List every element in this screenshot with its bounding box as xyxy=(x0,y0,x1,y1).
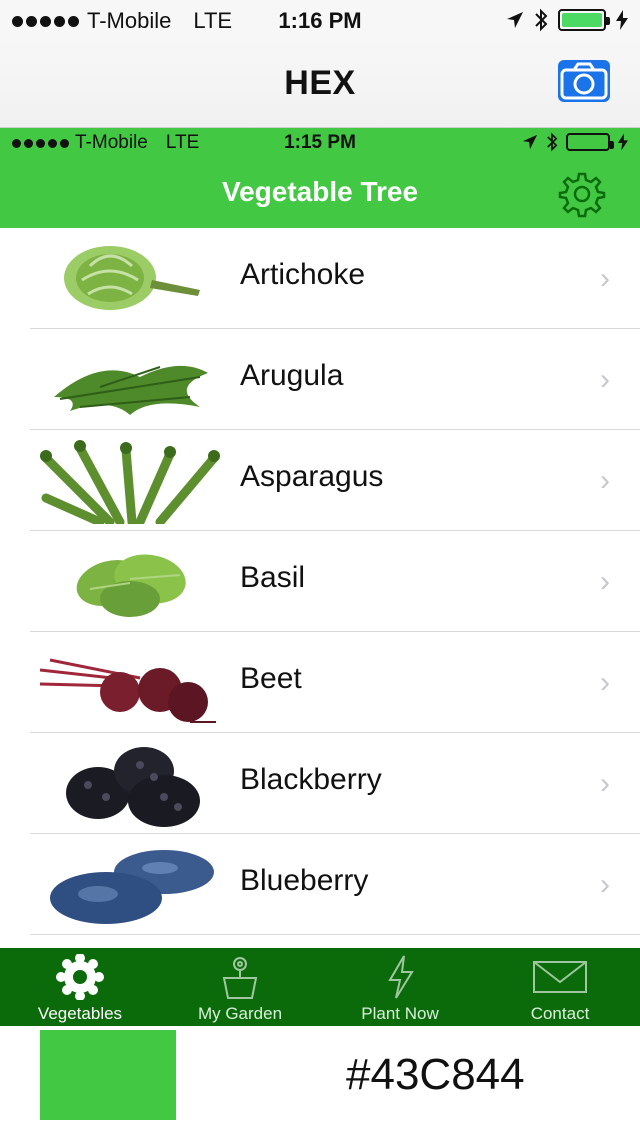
list-item-label: Beet xyxy=(240,662,302,695)
artichoke-image xyxy=(64,246,200,310)
blackberry-image xyxy=(66,747,200,827)
battery-icon xyxy=(566,133,614,151)
list-item[interactable]: Blackberry › xyxy=(0,733,640,834)
list-item-label: Artichoke xyxy=(240,258,366,291)
chevron-right-icon: › xyxy=(600,767,610,800)
beet-image xyxy=(40,658,216,723)
chevron-right-icon: › xyxy=(600,363,610,396)
asparagus-image xyxy=(40,440,220,524)
chevron-right-icon: › xyxy=(600,464,610,497)
list-item-label: Arugula xyxy=(240,359,344,392)
settings-button[interactable] xyxy=(554,170,610,218)
hex-value: #43C844 xyxy=(346,1050,525,1099)
vegetable-list: Artichoke › Arugula › Asparagus › Basil … xyxy=(0,228,640,935)
basil-image xyxy=(76,554,186,617)
camera-button[interactable] xyxy=(558,60,610,102)
gear-icon xyxy=(558,172,606,218)
chevron-right-icon: › xyxy=(600,666,610,699)
app-title: Vegetable Tree xyxy=(221,176,419,207)
tab-contact[interactable]: Contact xyxy=(480,948,640,1026)
list-item[interactable]: Blueberry › xyxy=(0,834,640,935)
list-item-label: Asparagus xyxy=(240,460,384,493)
chevron-right-icon: › xyxy=(600,868,610,901)
tab-label: My Garden xyxy=(197,1004,283,1023)
list-item[interactable]: Artichoke › xyxy=(0,228,640,329)
tab-my-garden[interactable]: My Garden xyxy=(160,948,320,1026)
envelope-icon xyxy=(533,961,587,993)
status-right xyxy=(506,8,628,32)
charging-bolt-icon xyxy=(618,133,628,151)
chevron-right-icon: › xyxy=(600,565,610,598)
page-title: HEX xyxy=(284,64,356,102)
tab-vegetables[interactable]: Vegetables xyxy=(0,948,160,1026)
location-arrow-icon xyxy=(507,12,523,28)
tab-label: Plant Now xyxy=(361,1004,439,1023)
blueberry-image xyxy=(50,850,214,924)
bluetooth-icon xyxy=(535,8,548,32)
tab-bar: Vegetables My Garden Plant Now Contact xyxy=(0,948,640,1026)
outer-navigation-bar: HEX xyxy=(0,40,640,128)
list-item-label: Blackberry xyxy=(240,763,382,796)
captured-app-screen: T-Mobile LTE 1:15 PM Vegetable Tree Arti… xyxy=(0,128,640,1026)
tab-label: Contact xyxy=(530,1004,590,1023)
battery-icon xyxy=(558,9,610,31)
list-item[interactable]: Asparagus › xyxy=(0,430,640,531)
list-item[interactable]: Arugula › xyxy=(0,329,640,430)
inner-navigation-bar: Vegetable Tree xyxy=(0,158,640,228)
inner-status-right xyxy=(522,132,628,152)
lightning-icon xyxy=(388,955,414,999)
chevron-right-icon: › xyxy=(600,262,610,295)
flower-gear-icon xyxy=(56,954,104,1000)
list-item-label: Basil xyxy=(240,561,306,594)
arugula-image xyxy=(54,365,208,415)
bluetooth-icon xyxy=(547,132,558,152)
list-item-label: Blueberry xyxy=(240,864,369,897)
camera-icon xyxy=(560,62,608,100)
color-swatch xyxy=(40,1030,176,1120)
list-item[interactable]: Basil › xyxy=(0,531,640,632)
color-result-panel: #43C844 xyxy=(0,1026,640,1136)
tab-plant-now[interactable]: Plant Now xyxy=(320,948,480,1026)
tab-label: Vegetables xyxy=(37,1004,123,1023)
inner-status-bar: T-Mobile LTE 1:15 PM xyxy=(0,128,640,158)
list-item[interactable]: Beet › xyxy=(0,632,640,733)
charging-bolt-icon xyxy=(616,10,628,30)
outer-status-bar: T-Mobile LTE 1:16 PM xyxy=(0,0,640,40)
location-arrow-icon xyxy=(522,134,538,150)
flower-pot-icon xyxy=(222,957,258,999)
